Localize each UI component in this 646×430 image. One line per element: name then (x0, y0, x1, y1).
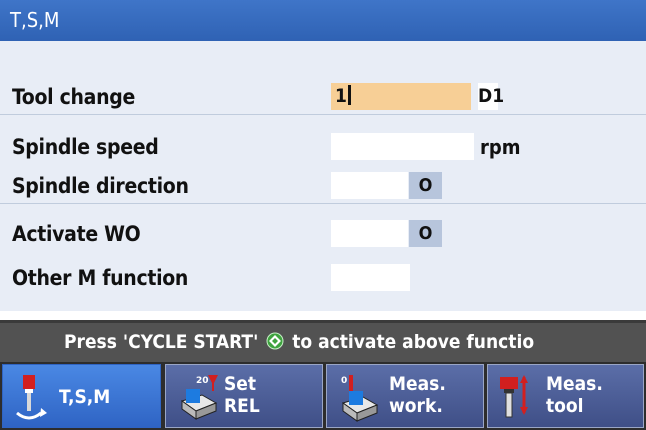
softkey-meas-work-line1: Meas. (389, 373, 446, 395)
cycle-start-icon (266, 332, 284, 350)
spindle-speed-unit: rpm (480, 135, 521, 159)
status-prefix: Press 'CYCLE START' (64, 331, 259, 353)
activate-wo-toggle[interactable]: O (409, 220, 442, 247)
softkey-meas-work-line2: work. (389, 395, 443, 417)
set-rel-icon: 20 (180, 375, 218, 420)
tool-change-row: Tool change 1 D1 (0, 79, 646, 115)
softkey-bar: T,S,M 20 Set REL 0 Meas. work. Meas. too… (0, 362, 646, 430)
status-suffix: to activate above functio (292, 331, 535, 353)
other-m-function-input[interactable] (331, 264, 410, 291)
softkey-tsm[interactable]: T,S,M (2, 364, 161, 428)
softkey-set-rel-line1: Set (224, 373, 257, 395)
spindle-speed-input[interactable] (331, 133, 474, 160)
softkey-meas-tool[interactable]: Meas. tool (487, 364, 644, 428)
softkey-set-rel-line2: REL (224, 395, 260, 417)
text-cursor (347, 85, 351, 105)
tool-change-value: 1 (335, 85, 347, 107)
window-title: T,S,M (0, 0, 646, 41)
softkey-set-rel[interactable]: 20 Set REL (165, 364, 323, 428)
measure-workpiece-icon: 0 (341, 375, 379, 422)
tool-spindle-icon (16, 375, 47, 420)
tool-change-label: Tool change (12, 85, 135, 109)
spindle-speed-row: Spindle speed rpm (0, 129, 646, 165)
activate-wo-input[interactable] (331, 220, 408, 247)
tsm-form: Tool change 1 D1 Spindle speed rpm Spind… (0, 41, 646, 311)
status-bar: Press 'CYCLE START' to activate above fu… (0, 320, 646, 362)
svg-text:0: 0 (341, 376, 347, 386)
spindle-direction-row: Spindle direction O (0, 168, 646, 204)
spindle-direction-input[interactable] (331, 172, 408, 199)
spindle-direction-toggle[interactable]: O (409, 172, 442, 199)
other-m-function-label: Other M function (12, 266, 189, 290)
other-m-function-row: Other M function (0, 260, 646, 296)
activate-wo-label: Activate WO (12, 222, 141, 246)
svg-text:20: 20 (196, 376, 209, 386)
status-message: Press 'CYCLE START' to activate above fu… (64, 323, 534, 362)
softkey-meas-tool-line1: Meas. (546, 373, 603, 395)
spindle-direction-label: Spindle direction (12, 174, 189, 198)
measure-tool-icon (500, 375, 528, 418)
spindle-speed-label: Spindle speed (12, 135, 159, 159)
cutting-edge-value: D1 (478, 85, 505, 107)
softkey-meas-work[interactable]: 0 Meas. work. (326, 364, 484, 428)
softkey-meas-tool-line2: tool (546, 395, 584, 417)
activate-wo-row: Activate WO O (0, 216, 646, 252)
cutting-edge-field[interactable]: D1 (478, 83, 504, 110)
softkey-tsm-label: T,S,M (59, 386, 111, 408)
tool-change-input[interactable]: 1 (331, 83, 471, 110)
